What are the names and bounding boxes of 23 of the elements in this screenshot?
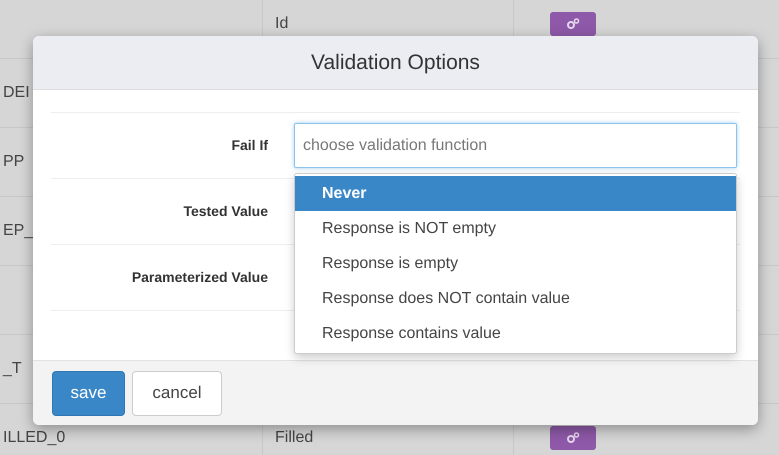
table-cell-text: PP [3,152,24,172]
table-cell-text: _T [3,359,22,379]
dropdown-option[interactable]: Response is NOT empty [295,211,736,246]
dropdown-option[interactable]: Never [295,176,736,211]
dropdown-option[interactable]: Response contains value [295,316,736,351]
table-cell-text: Id [275,14,288,34]
table-cell-text: Filled [275,428,314,448]
field-label: Fail If [230,136,268,155]
gears-icon [566,18,580,30]
table-cell-text: ILLED_0 [3,428,66,448]
dialog-title: Validation Options [311,50,480,76]
table-cell-text: EP_ [3,221,34,241]
dropdown-option[interactable]: Response is empty [295,246,736,281]
field-label: Parameterized Value [130,268,268,287]
field-label: Tested Value [182,202,268,221]
settings-button[interactable] [550,426,596,450]
gears-icon [566,432,580,444]
dropdown-option[interactable]: Response does NOT contain value [295,281,736,316]
table-cell-text: DEI [3,83,30,103]
save-button[interactable]: save [52,370,125,416]
settings-button[interactable] [550,12,596,36]
select-field[interactable]: choose validation function [294,123,737,168]
cancel-button[interactable]: cancel [132,370,222,416]
